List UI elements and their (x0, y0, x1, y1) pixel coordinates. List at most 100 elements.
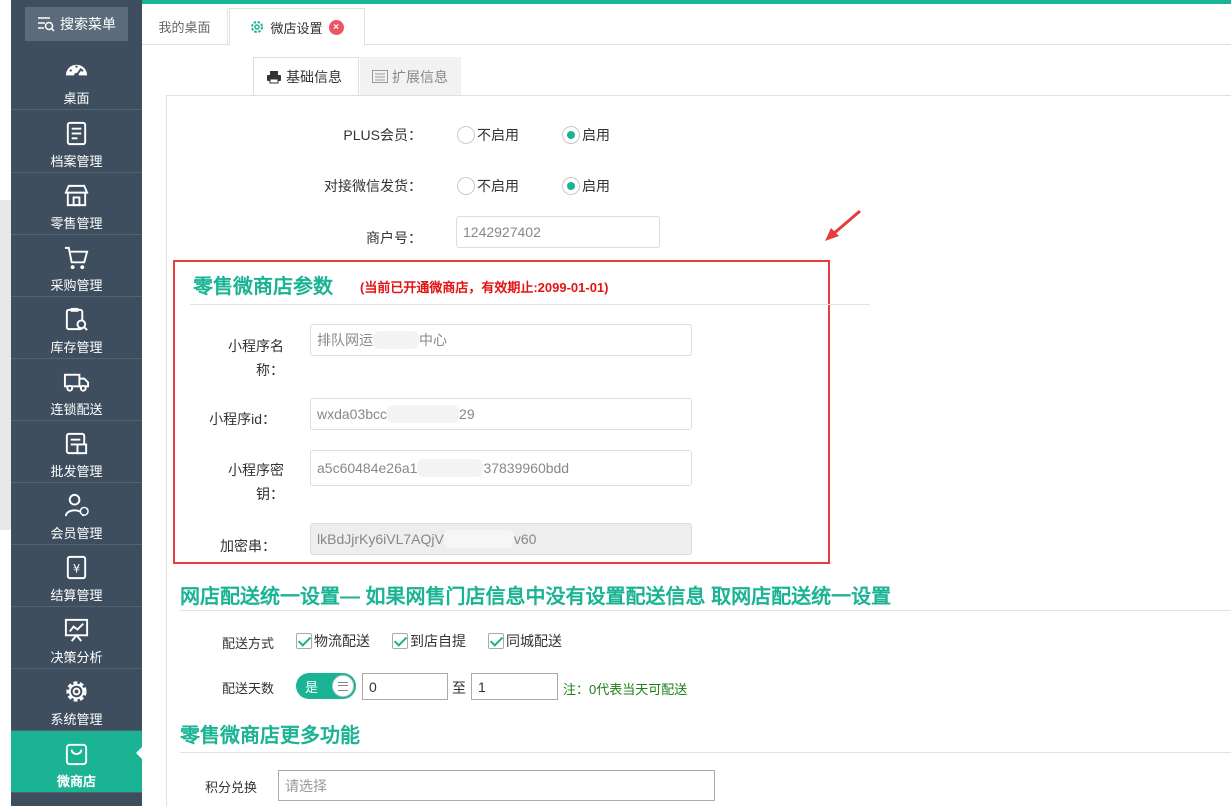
sidebar-item-label: 批发管理 (50, 464, 103, 479)
truck-icon (63, 373, 90, 392)
left-edge-strip (0, 0, 11, 806)
section-divider (190, 304, 870, 305)
tab-label: 基础信息 (286, 68, 342, 85)
plus-enabled-radio[interactable]: 启用 (562, 125, 610, 145)
sidebar-item-label: 系统管理 (50, 712, 103, 727)
inventory-icon (65, 307, 88, 331)
input-value: a5c60484e26a1 (317, 460, 418, 476)
sidebar-item-label: 微商店 (56, 774, 96, 789)
delivery-days-toggle[interactable]: 是 (296, 673, 356, 699)
sidebar-item-purchase[interactable]: 采购管理 (11, 235, 142, 297)
tab-bar: 我的桌面 微店设置 × (142, 4, 1231, 46)
mini-program-section-title: 零售微商店参数 (193, 276, 333, 298)
mini-program-secret-label: 小程序密 钥： (228, 462, 284, 502)
input-value-tail: 29 (459, 406, 475, 422)
sidebar-item-label: 零售管理 (50, 216, 103, 231)
encrypt-string-label: 加密串： (220, 538, 276, 554)
radio-label: 不启用 (477, 178, 519, 194)
mini-program-name-label: 小程序名 称： (228, 338, 284, 378)
checkbox-box (488, 633, 504, 649)
delivery-days-to-input[interactable]: 1 (471, 673, 558, 700)
tab-shop-settings[interactable]: 微店设置 × (229, 8, 365, 46)
printer-icon (267, 70, 281, 83)
radio-label: 不启用 (477, 127, 519, 143)
tab-label: 微店设置 (270, 20, 323, 36)
svg-text:¥: ¥ (73, 561, 80, 575)
list-icon (372, 70, 388, 83)
search-menu-icon (38, 17, 55, 32)
sidebar-item-system[interactable]: 系统管理 (11, 669, 142, 731)
store-icon (64, 184, 89, 207)
delivery-section-title: 网店配送统一设置— 如果网售门店信息中没有设置配送信息 取网店配送统一设置 (180, 586, 892, 608)
points-exchange-label: 积分兑换 (205, 780, 258, 795)
radio-circle (457, 177, 475, 195)
range-to-label: 至 (452, 680, 466, 696)
tab-my-desktop[interactable]: 我的桌面 (142, 8, 228, 45)
toggle-label: 是 (305, 680, 319, 695)
sidebar-item-micro-shop[interactable]: 微商店 (11, 731, 142, 793)
wholesale-icon (65, 432, 88, 455)
dashboard-icon (65, 64, 88, 78)
active-indicator (136, 747, 142, 759)
section-divider (180, 752, 1231, 753)
mini-program-id-input[interactable]: wxda03bcc 29 (310, 398, 692, 430)
sidebar-item-analysis[interactable]: 决策分析 (11, 607, 142, 669)
yen-icon: ¥ (66, 555, 87, 580)
tab-basic-info[interactable]: 基础信息 (253, 57, 359, 96)
points-exchange-select[interactable]: 请选择 (278, 770, 715, 801)
logistics-delivery-checkbox[interactable]: 物流配送 (296, 631, 370, 651)
sidebar-item-archive[interactable]: 档案管理 (11, 111, 142, 173)
plus-member-label: PLUS会员： (343, 127, 422, 143)
store-pickup-checkbox[interactable]: 到店自提 (392, 631, 466, 651)
plus-disabled-radio[interactable]: 不启用 (457, 125, 519, 145)
sidebar-item-member[interactable]: 会员管理 (11, 483, 142, 545)
tab-extended-info[interactable]: 扩展信息 (360, 57, 461, 96)
sidebar-item-desktop[interactable]: 桌面 (11, 48, 142, 110)
select-placeholder: 请选择 (285, 777, 327, 794)
input-value-tail: 37839960bdd (483, 460, 570, 476)
merchant-id-input[interactable]: 1242927402 (456, 216, 660, 248)
delivery-method-label: 配送方式 (222, 636, 275, 651)
tab-label: 我的桌面 (158, 20, 211, 35)
archive-icon (66, 121, 87, 146)
sidebar-item-label: 结算管理 (50, 588, 103, 603)
checkbox-label: 物流配送 (314, 633, 370, 649)
sidebar-item-label: 采购管理 (50, 278, 103, 293)
sidebar-item-label: 决策分析 (50, 650, 103, 665)
sidebar-item-label: 连锁配送 (50, 402, 103, 417)
same-city-delivery-checkbox[interactable]: 同城配送 (488, 631, 562, 651)
input-value: 1 (478, 678, 486, 695)
delivery-days-from-input[interactable]: 0 (362, 673, 448, 700)
radio-label: 启用 (582, 178, 610, 194)
sidebar-item-inventory[interactable]: 库存管理 (11, 297, 142, 359)
mini-program-secret-input[interactable]: a5c60484e26a1 37839960bdd (310, 450, 692, 486)
close-tab-icon[interactable]: × (328, 19, 344, 35)
input-value: 排队网运 (317, 332, 373, 348)
sidebar-item-label: 桌面 (63, 91, 90, 106)
input-value-tail: 中心 (419, 332, 447, 348)
mini-program-name-input[interactable]: 排队网运 中心 (310, 324, 692, 356)
sidebar-item-label: 会员管理 (50, 526, 103, 541)
annotation-arrow-icon (825, 209, 861, 241)
radio-label: 启用 (582, 127, 610, 143)
sidebar-item-retail[interactable]: 零售管理 (11, 173, 142, 235)
search-menu-label: 搜索菜单 (60, 16, 116, 32)
radio-circle (457, 126, 475, 144)
wechat-shipping-disabled-radio[interactable]: 不启用 (457, 176, 519, 196)
sidebar-item-chain-delivery[interactable]: 连锁配送 (11, 359, 142, 421)
sidebar-item-label: 库存管理 (50, 340, 103, 355)
radio-circle (562, 126, 580, 144)
search-menu-button[interactable]: 搜索菜单 (25, 7, 128, 41)
encrypt-string-input[interactable]: lkBdJjrKy6iVL7AQjV v60 (310, 523, 692, 555)
input-value: wxda03bcc (317, 406, 388, 422)
sidebar-item-wholesale[interactable]: 批发管理 (11, 421, 142, 483)
gear-icon (251, 21, 264, 33)
input-value: 1242927402 (463, 224, 541, 240)
sidebar-item-settlement[interactable]: ¥ 结算管理 (11, 545, 142, 607)
mini-program-id-label: 小程序id： (209, 411, 276, 427)
radio-circle (562, 177, 580, 195)
member-icon (64, 493, 89, 517)
input-value: 0 (369, 678, 377, 695)
toggle-knob (332, 675, 354, 697)
wechat-shipping-enabled-radio[interactable]: 启用 (562, 176, 610, 196)
